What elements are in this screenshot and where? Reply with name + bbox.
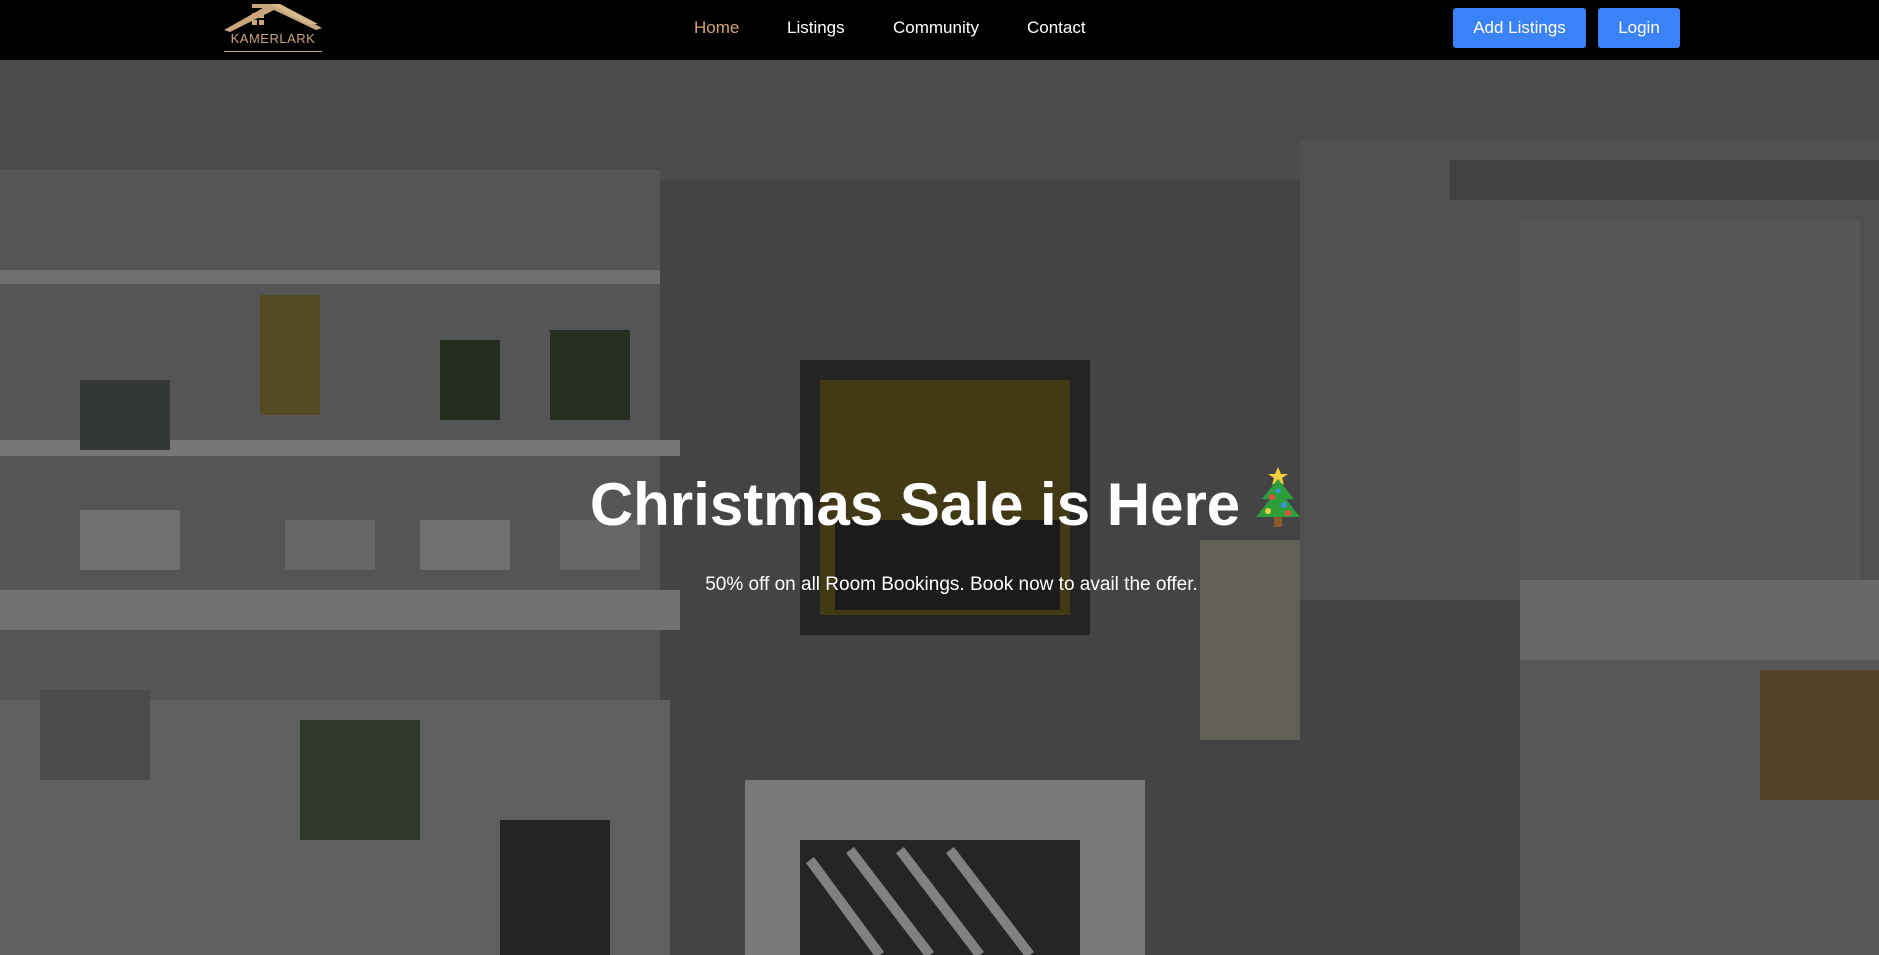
hero-banner: Christmas Sale is Here 50% off on all Ro… [0,60,1879,955]
nav-listings-link[interactable]: Listings [787,18,845,38]
christmas-tree-icon [1250,465,1306,545]
hero-title-text: Christmas Sale is Here [589,471,1241,538]
nav-community-link[interactable]: Community [893,18,979,38]
hero-title: Christmas Sale is Here [0,465,1879,545]
nav-home-link[interactable]: Home [694,18,739,38]
login-button[interactable]: Login [1598,8,1680,48]
brand-underline [224,51,322,52]
add-listings-button[interactable]: Add Listings [1453,8,1586,48]
top-navbar: KAMERLARK Home Listings Community Contac… [0,0,1879,60]
nav-contact-link[interactable]: Contact [1027,18,1086,38]
hero-subtitle: 50% off on all Room Bookings. Book now t… [705,574,1198,595]
